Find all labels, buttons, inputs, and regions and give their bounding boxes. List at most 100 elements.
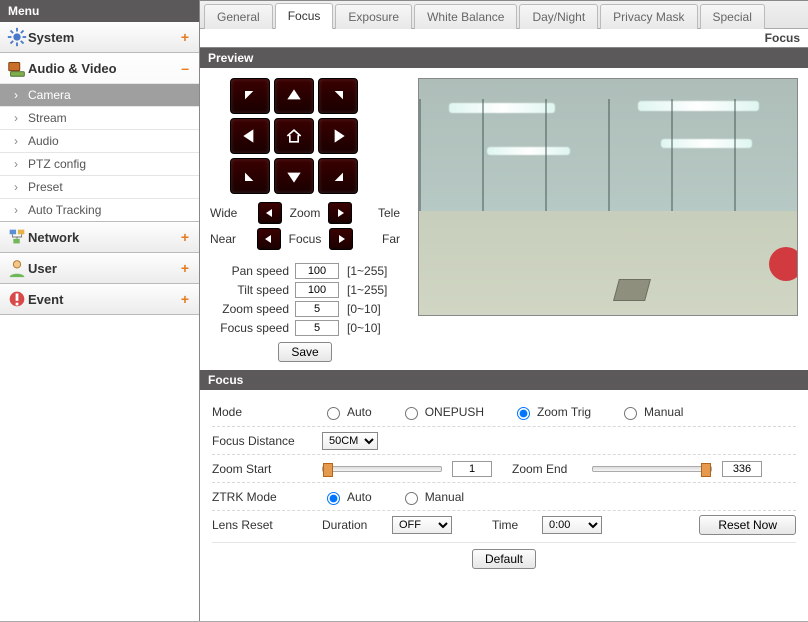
zoom-label: Zoom	[290, 206, 321, 220]
main-panel: General Focus Exposure White Balance Day…	[200, 0, 808, 621]
ptz-down-left-button[interactable]	[230, 158, 270, 194]
tab-general[interactable]: General	[204, 4, 273, 29]
sidebar-item-ptz-config[interactable]: PTZ config	[0, 152, 199, 175]
ptz-pad	[230, 78, 400, 194]
media-icon	[6, 59, 28, 77]
menu-system-label: System	[28, 30, 181, 45]
user-icon	[6, 259, 28, 277]
ptz-left-button[interactable]	[230, 118, 270, 154]
focus-label: Focus	[289, 232, 322, 246]
time-label: Time	[492, 518, 542, 532]
menu-av-label: Audio & Video	[28, 61, 181, 76]
ztrk-radio-group: Auto Manual	[322, 489, 464, 505]
ztrk-auto[interactable]: Auto	[322, 489, 372, 505]
tab-focus[interactable]: Focus	[275, 3, 334, 29]
ptz-home-button[interactable]	[274, 118, 314, 154]
zoom-end-slider[interactable]	[592, 466, 712, 472]
tilt-speed-label: Tilt speed	[210, 283, 295, 297]
sidebar-item-stream[interactable]: Stream	[0, 106, 199, 129]
menu-av[interactable]: Audio & Video –	[0, 53, 199, 83]
network-icon	[6, 228, 28, 246]
duration-label: Duration	[322, 518, 392, 532]
zoom-in-button[interactable]	[328, 202, 352, 224]
zoom-tele-label: Tele	[360, 206, 400, 220]
mode-radio-group: Auto ONEPUSH Zoom Trig Manual	[322, 404, 683, 420]
duration-select[interactable]: OFF	[392, 516, 452, 534]
mode-zoom-trig[interactable]: Zoom Trig	[512, 404, 591, 420]
sidebar: Menu System + Audio & Video – Camera	[0, 0, 200, 621]
preview-title: Preview	[200, 48, 808, 68]
menu-user-label: User	[28, 261, 181, 276]
menu-event-label: Event	[28, 292, 181, 307]
lens-reset-label: Lens Reset	[212, 518, 322, 532]
expand-icon: +	[181, 29, 193, 45]
mode-manual[interactable]: Manual	[619, 404, 683, 420]
ptz-up-right-button[interactable]	[318, 78, 358, 114]
focus-panel-title: Focus	[200, 370, 808, 390]
zoom-end-label: Zoom End	[512, 462, 592, 476]
tilt-speed-range: [1~255]	[347, 283, 387, 297]
zoom-speed-label: Zoom speed	[210, 302, 295, 316]
pan-speed-input[interactable]	[295, 263, 339, 279]
expand-icon: +	[181, 229, 193, 245]
ptz-down-button[interactable]	[274, 158, 314, 194]
ptz-down-right-button[interactable]	[318, 158, 358, 194]
tab-day-night[interactable]: Day/Night	[519, 4, 598, 29]
save-button[interactable]: Save	[278, 342, 331, 362]
mode-onepush[interactable]: ONEPUSH	[400, 404, 484, 420]
menu-network[interactable]: Network +	[0, 222, 199, 252]
collapse-icon: –	[181, 60, 193, 76]
zoom-start-label: Zoom Start	[212, 462, 322, 476]
ptz-up-left-button[interactable]	[230, 78, 270, 114]
tab-exposure[interactable]: Exposure	[335, 4, 412, 29]
gear-icon	[6, 28, 28, 46]
zoom-wide-label: Wide	[210, 206, 250, 220]
sidebar-item-camera[interactable]: Camera	[0, 83, 199, 106]
pan-speed-range: [1~255]	[347, 264, 387, 278]
focus-near-button[interactable]	[257, 228, 281, 250]
video-preview	[418, 78, 798, 316]
focus-distance-label: Focus Distance	[212, 434, 322, 448]
zoom-out-button[interactable]	[258, 202, 282, 224]
menu-network-label: Network	[28, 230, 181, 245]
zoom-start-input[interactable]	[452, 461, 492, 477]
zoom-speed-range: [0~10]	[347, 302, 381, 316]
pan-speed-label: Pan speed	[210, 264, 295, 278]
focus-far-label: Far	[360, 232, 400, 246]
menu-event[interactable]: Event +	[0, 284, 199, 314]
mode-auto[interactable]: Auto	[322, 404, 372, 420]
tilt-speed-input[interactable]	[295, 282, 339, 298]
sidebar-item-audio[interactable]: Audio	[0, 129, 199, 152]
sidebar-item-auto-tracking[interactable]: Auto Tracking	[0, 198, 199, 221]
default-button[interactable]: Default	[472, 549, 536, 569]
tab-bar: General Focus Exposure White Balance Day…	[200, 1, 808, 29]
tab-white-balance[interactable]: White Balance	[414, 4, 517, 29]
focus-near-label: Near	[210, 232, 250, 246]
focus-far-button[interactable]	[329, 228, 353, 250]
zoom-speed-input[interactable]	[295, 301, 339, 317]
ptz-up-button[interactable]	[274, 78, 314, 114]
expand-icon: +	[181, 260, 193, 276]
zoom-start-slider[interactable]	[322, 466, 442, 472]
menu-user[interactable]: User +	[0, 253, 199, 283]
time-select[interactable]: 0:00	[542, 516, 602, 534]
sidebar-item-preset[interactable]: Preset	[0, 175, 199, 198]
focus-speed-input[interactable]	[295, 320, 339, 336]
expand-icon: +	[181, 291, 193, 307]
menu-system[interactable]: System +	[0, 22, 199, 52]
ztrk-manual[interactable]: Manual	[400, 489, 464, 505]
tab-privacy-mask[interactable]: Privacy Mask	[600, 4, 697, 29]
submenu-av: Camera Stream Audio PTZ config Preset Au…	[0, 83, 199, 221]
focus-speed-range: [0~10]	[347, 321, 381, 335]
mode-label: Mode	[212, 405, 322, 419]
focus-distance-select[interactable]: 50CM	[322, 432, 378, 450]
ptz-right-button[interactable]	[318, 118, 358, 154]
tab-special[interactable]: Special	[700, 4, 765, 29]
ztrk-label: ZTRK Mode	[212, 490, 322, 504]
breadcrumb: Focus	[200, 29, 808, 48]
zoom-end-input[interactable]	[722, 461, 762, 477]
event-icon	[6, 290, 28, 308]
focus-speed-label: Focus speed	[210, 321, 295, 335]
reset-now-button[interactable]: Reset Now	[699, 515, 796, 535]
menu-title: Menu	[0, 0, 199, 22]
